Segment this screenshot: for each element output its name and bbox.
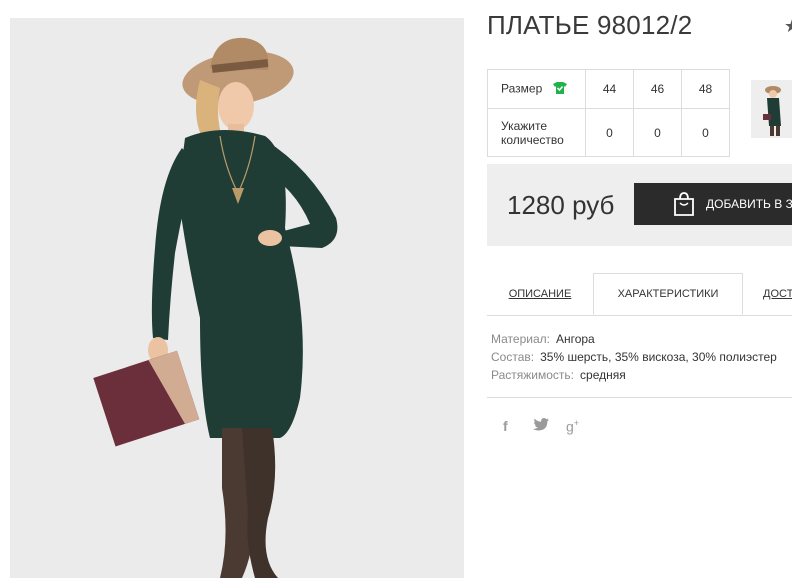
- spec-value: средняя: [580, 368, 626, 382]
- divider: [487, 397, 792, 398]
- product-title: ПЛАТЬЕ 98012/2: [487, 10, 693, 40]
- tab-delivery[interactable]: ДОСТ: [763, 273, 792, 315]
- quantity-input-46[interactable]: 0: [633, 108, 682, 157]
- twitter-icon[interactable]: [533, 418, 549, 434]
- spec-value: Ангора: [555, 332, 595, 346]
- spec-key: Материал:: [491, 332, 550, 346]
- spec-value: 35% шерсть, 35% вискоза, 30% полиэстер: [540, 350, 777, 364]
- tab-characteristics[interactable]: ХАРАКТЕРИСТИКИ: [593, 273, 743, 315]
- product-photo-illustration: [10, 18, 464, 578]
- size-quantity-table: Размер 44 46 48 Укажите количество 0 0 0: [487, 69, 730, 157]
- google-plus-icon[interactable]: g+: [566, 418, 579, 435]
- product-specs: Материал: Ангора Состав: 35% шерсть, 35% в…: [491, 330, 777, 384]
- tab-description[interactable]: ОПИСАНИЕ: [487, 273, 593, 315]
- product-thumbnail[interactable]: [751, 80, 792, 138]
- size-44: 44: [585, 69, 634, 109]
- buy-box: 1280 руб ДОБАВИТЬ В ЗА: [487, 164, 792, 246]
- price: 1280 руб: [507, 190, 615, 220]
- size-row-label: Размер: [487, 69, 586, 109]
- spec-row-stretch: Растяжимость: средняя: [491, 366, 777, 384]
- add-to-cart-label: ДОБАВИТЬ В ЗА: [706, 197, 792, 211]
- spec-row-material: Материал: Ангора: [491, 330, 777, 348]
- quantity-input-48[interactable]: 0: [681, 108, 730, 157]
- add-to-cart-button[interactable]: ДОБАВИТЬ В ЗА: [634, 183, 792, 225]
- product-tabs: ОПИСАНИЕ ХАРАКТЕРИСТИКИ ДОСТ: [487, 273, 792, 316]
- shopping-bag-icon: [672, 191, 696, 220]
- quantity-input-44[interactable]: 0: [585, 108, 634, 157]
- product-photo[interactable]: [10, 18, 464, 578]
- star-icon[interactable]: ★: [784, 16, 792, 37]
- quantity-row-label: Укажите количество: [487, 108, 586, 157]
- size-label: Размер: [501, 81, 543, 96]
- quantity-label-line2: количество: [501, 132, 564, 147]
- size-46: 46: [633, 69, 682, 109]
- spec-key: Состав:: [491, 350, 535, 364]
- size-48: 48: [681, 69, 730, 109]
- spec-key: Растяжимость:: [491, 368, 575, 382]
- tshirt-check-icon[interactable]: [552, 81, 568, 98]
- facebook-icon[interactable]: f: [503, 418, 508, 434]
- spec-row-composition: Состав: 35% шерсть, 35% вискоза, 30% поли…: [491, 348, 777, 366]
- quantity-label-line1: Укажите: [501, 118, 548, 133]
